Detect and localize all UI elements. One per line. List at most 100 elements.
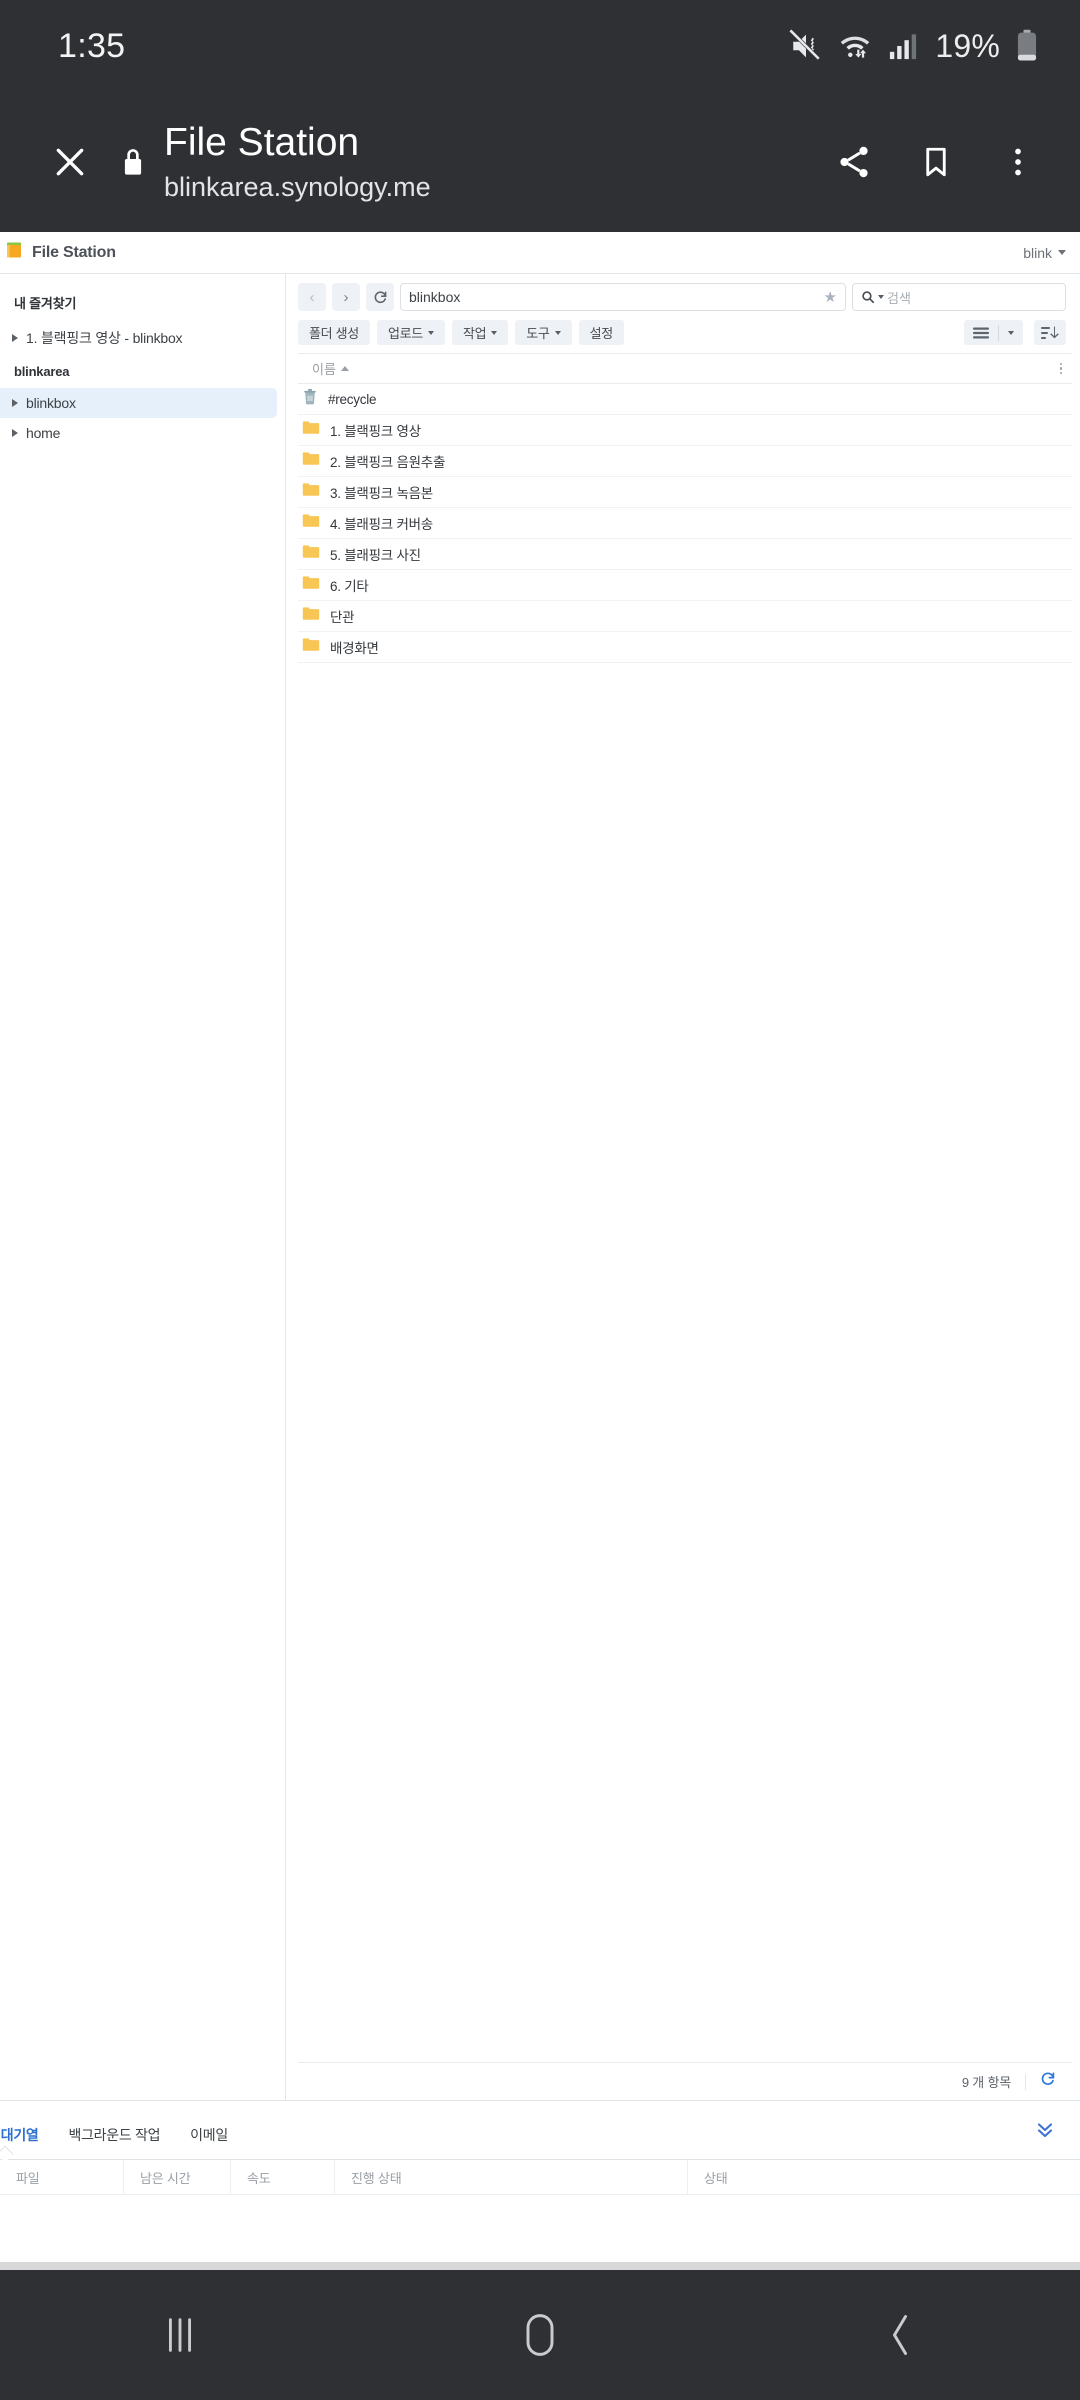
table-row[interactable]: #recycle bbox=[298, 384, 1072, 415]
column-options-icon[interactable] bbox=[1059, 362, 1062, 375]
folder-icon bbox=[302, 575, 320, 595]
file-station-header: File Station blink bbox=[0, 232, 1080, 274]
search-placeholder: 검색 bbox=[887, 290, 911, 306]
table-row[interactable]: 5. 블래핑크 사진 bbox=[298, 539, 1072, 570]
content-pane: ‹ › blinkbox ★ 검색 폴더 생성 업로드 작업 도구 설정 이름 … bbox=[286, 274, 1080, 2100]
refresh-button[interactable] bbox=[366, 283, 394, 311]
action-toolbar: 폴더 생성 업로드 작업 도구 설정 bbox=[286, 316, 1080, 351]
status-bar-clock: 1:35 bbox=[58, 26, 126, 65]
table-row[interactable]: 배경화면 bbox=[298, 632, 1072, 663]
chevron-down-icon bbox=[1058, 250, 1066, 255]
create-folder-button[interactable]: 폴더 생성 bbox=[298, 320, 370, 345]
file-name: 6. 기타 bbox=[330, 579, 369, 594]
settings-button[interactable]: 설정 bbox=[578, 320, 624, 345]
file-list-footer: 9 개 항목 bbox=[298, 2062, 1072, 2100]
chevron-down-icon[interactable] bbox=[878, 295, 884, 299]
upload-button[interactable]: 업로드 bbox=[376, 320, 445, 345]
column-header-name[interactable]: 이름 bbox=[312, 359, 349, 378]
table-row[interactable]: 3. 블랙핑크 녹음본 bbox=[298, 477, 1072, 508]
sidebar-item-label: blinkbox bbox=[26, 395, 76, 411]
list-empty-space bbox=[286, 663, 1080, 2062]
browser-toolbar: File Station blinkarea.synology.me bbox=[0, 92, 1080, 232]
user-menu-label: blink bbox=[1023, 244, 1052, 261]
browser-page-title: File Station bbox=[164, 121, 360, 164]
overflow-menu-icon[interactable] bbox=[982, 126, 1054, 198]
search-input[interactable]: 검색 bbox=[852, 283, 1066, 311]
file-name: 4. 블래핑크 커버송 bbox=[330, 517, 433, 532]
file-name: 5. 블래핑크 사진 bbox=[330, 548, 421, 563]
sort-button[interactable] bbox=[1034, 320, 1066, 345]
chevron-down-icon bbox=[427, 330, 434, 335]
footer-refresh-icon[interactable] bbox=[1040, 2071, 1056, 2092]
button-label: 설정 bbox=[589, 326, 614, 341]
folder-icon bbox=[302, 482, 320, 502]
table-row[interactable]: 단관 bbox=[298, 601, 1072, 632]
chevron-right-icon[interactable] bbox=[12, 399, 18, 407]
mute-vibrate-icon bbox=[789, 29, 823, 63]
folder-icon bbox=[302, 637, 320, 657]
recents-icon[interactable] bbox=[110, 2270, 250, 2400]
tools-button[interactable]: 도구 bbox=[515, 320, 572, 345]
sidebar-group-favorites: 내 즐겨찾기 bbox=[14, 296, 77, 311]
wifi-icon bbox=[837, 29, 873, 63]
list-view-icon[interactable] bbox=[964, 320, 998, 345]
sidebar-item-blinkbox[interactable]: blinkbox bbox=[0, 388, 277, 418]
column-speed: 속도 bbox=[231, 2160, 335, 2194]
column-header-label: 이름 bbox=[312, 362, 336, 377]
star-icon[interactable]: ★ bbox=[824, 288, 837, 306]
file-name: 단관 bbox=[330, 610, 355, 625]
bookmark-icon[interactable] bbox=[900, 126, 972, 198]
folder-icon bbox=[302, 544, 320, 564]
folder-icon bbox=[302, 606, 320, 626]
action-button[interactable]: 작업 bbox=[451, 320, 509, 345]
button-label: 작업 bbox=[462, 326, 487, 341]
screen-root: 1:35 19% File Station blinkarea.synology… bbox=[0, 0, 1080, 2400]
transfer-table-body bbox=[0, 2195, 1080, 2243]
forward-button[interactable]: › bbox=[332, 283, 360, 311]
tab-upload-queue[interactable]: 로드 대기열 bbox=[0, 2125, 39, 2159]
transfer-panel-tabs: 로드 대기열 백그라운드 작업 이메일 bbox=[0, 2101, 1080, 2159]
lock-icon bbox=[120, 147, 146, 182]
column-progress: 진행 상태 bbox=[335, 2160, 688, 2194]
table-row[interactable]: 1. 블랙핑크 영상 bbox=[298, 415, 1072, 446]
folder-icon bbox=[302, 513, 320, 533]
status-bar-icons: 19% bbox=[789, 28, 1040, 65]
transfer-table-header: 파일 남은 시간 속도 진행 상태 상태 bbox=[0, 2159, 1080, 2195]
app-brand: File Station bbox=[6, 240, 116, 265]
chevron-right-icon[interactable] bbox=[12, 429, 18, 437]
button-label: 폴더 생성 bbox=[309, 326, 359, 341]
file-list-header: 이름 bbox=[298, 353, 1072, 384]
sidebar-item-favorite-blinkbox[interactable]: 1. 블랙핑크 영상 - blinkbox bbox=[0, 321, 277, 355]
view-mode-dropdown[interactable] bbox=[999, 320, 1023, 345]
path-input[interactable]: blinkbox ★ bbox=[400, 283, 846, 311]
android-status-bar: 1:35 19% bbox=[0, 0, 1080, 92]
home-icon[interactable] bbox=[470, 2270, 610, 2400]
site-identity[interactable]: File Station blinkarea.synology.me bbox=[120, 120, 818, 204]
file-name: 2. 블랙핑크 음원추출 bbox=[330, 455, 446, 470]
table-row[interactable]: 4. 블래핑크 커버송 bbox=[298, 508, 1072, 539]
chevron-right-icon[interactable] bbox=[12, 334, 18, 342]
folder-icon bbox=[302, 420, 320, 440]
share-icon[interactable] bbox=[818, 126, 890, 198]
path-input-value: blinkbox bbox=[409, 289, 461, 305]
double-chevron-down-icon[interactable] bbox=[1034, 2118, 1056, 2145]
back-icon[interactable] bbox=[830, 2270, 970, 2400]
browser-actions bbox=[818, 126, 1054, 198]
tab-background-tasks[interactable]: 백그라운드 작업 bbox=[69, 2125, 161, 2159]
back-button[interactable]: ‹ bbox=[298, 283, 326, 311]
sidebar-item-home[interactable]: home bbox=[0, 418, 277, 448]
file-station-folder-icon bbox=[6, 240, 24, 265]
tab-email[interactable]: 이메일 bbox=[190, 2125, 228, 2159]
chevron-down-icon bbox=[554, 330, 561, 335]
user-menu[interactable]: blink bbox=[1023, 245, 1066, 261]
table-row[interactable]: 2. 블랙핑크 음원추출 bbox=[298, 446, 1072, 477]
path-row: ‹ › blinkbox ★ 검색 bbox=[286, 274, 1080, 316]
transfer-panel: 로드 대기열 백그라운드 작업 이메일 파일 남은 시간 속도 진행 상태 상태 bbox=[0, 2100, 1080, 2252]
table-row[interactable]: 6. 기타 bbox=[298, 570, 1072, 601]
column-time-left: 남은 시간 bbox=[124, 2160, 231, 2194]
item-count-label: 9 개 항목 bbox=[961, 2075, 1011, 2090]
view-mode-group bbox=[964, 320, 1023, 345]
button-label: 도구 bbox=[526, 326, 550, 341]
close-button[interactable] bbox=[34, 126, 106, 198]
column-status: 상태 bbox=[704, 2170, 728, 2186]
